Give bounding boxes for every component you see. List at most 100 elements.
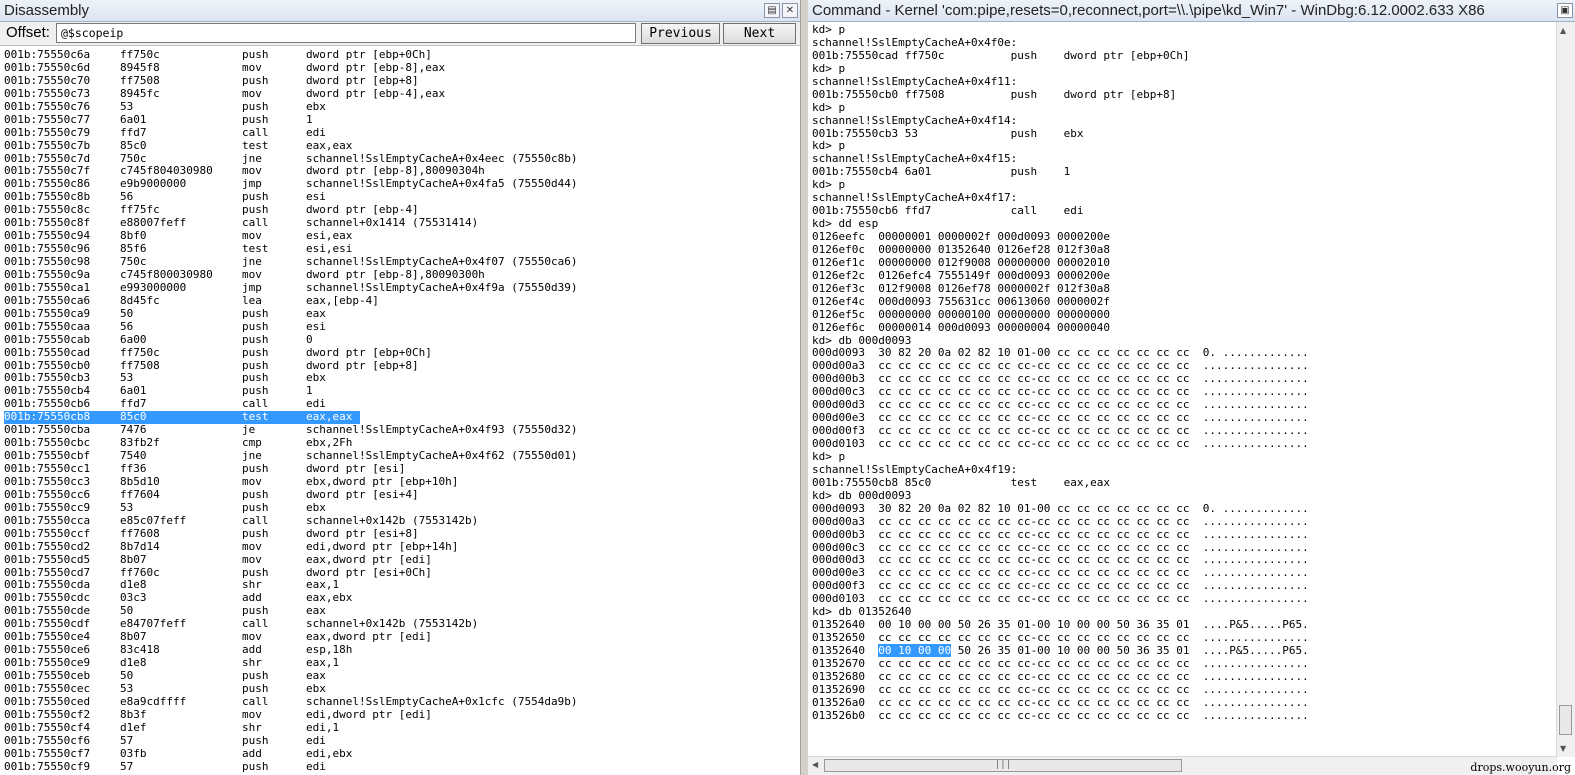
command-output-line: kd> p <box>812 61 846 75</box>
command-output-line: 001b:75550cb3 53 push ebx <box>812 126 1084 140</box>
disassembly-row[interactable]: 001b:75550c6d 8945f8 mov dword ptr [ebp-8],… <box>4 60 800 75</box>
disassembly-row[interactable]: 001b:75550cc3 8b5d10 mov ebx,dword ptr [ebp… <box>4 474 800 489</box>
instruction-bytes: 50 <box>120 669 134 682</box>
disassembly-row[interactable]: 001b:75550c79 ffd7 call edi <box>4 126 800 140</box>
disassembly-row[interactable]: 001b:75550cab 6a00 push 0 <box>4 332 800 347</box>
instruction-bytes: 57 <box>120 759 134 773</box>
command-output-line: 001b:75550cb0 ff7508 push dword ptr [ebp… <box>812 87 1177 101</box>
disassembly-row[interactable]: 001b:75550c76 53 push ebx <box>4 99 800 114</box>
previous-button[interactable]: Previous <box>641 23 720 44</box>
command-output-line: 013526b0 cc cc cc cc cc cc cc cc-cc cc c… <box>812 708 1309 722</box>
command-output-line: kd> p <box>812 24 846 36</box>
disassembly-row[interactable]: 001b:75550ccf ff7608 push dword ptr [esi+8] <box>4 526 800 541</box>
instruction-bytes: 53 <box>120 99 134 113</box>
instruction-address: 001b:75550cc1 <box>4 462 91 475</box>
instruction-bytes: ff750c <box>120 345 160 359</box>
instruction-bytes: 6a01 <box>120 112 147 126</box>
horizontal-scrollbar[interactable]: ◀ ||| <box>808 756 1557 775</box>
command-output-line: 0126ef3c 012f9008 0126ef78 0000002f 012f… <box>812 281 1111 295</box>
disassembly-row[interactable]: 001b:75550c98 750c jne schannel!SslEmptyCac… <box>4 255 800 269</box>
disassembly-window: Disassembly ▤ ✕ Offset: @$scopeip Previo… <box>0 0 800 775</box>
instruction-address: 001b:75550cf4 <box>4 720 91 734</box>
instruction-mnemonic: jne <box>242 255 262 268</box>
disassembly-row[interactable]: 001b:75550cc6 ff7604 push dword ptr [esi+4] <box>4 488 800 502</box>
pane-splitter[interactable] <box>800 0 808 775</box>
command-output-line: 01352670 cc cc cc cc cc cc cc cc-cc cc c… <box>812 656 1309 670</box>
instruction-bytes: 8b5d10 <box>120 474 160 488</box>
instruction-mnemonic: call <box>242 694 269 708</box>
instruction-address: 001b:75550cf2 <box>4 707 91 721</box>
instruction-bytes: 8945f8 <box>120 60 160 74</box>
command-output-line: 0126ef2c 0126efc4 7555149f 000d0093 0000… <box>812 268 1111 282</box>
instruction-operands: dword ptr [ebp-4],eax <box>306 86 446 100</box>
disassembly-row[interactable]: 001b:75550cf4 d1ef shr edi,1 <box>4 720 800 735</box>
command-output-line: schannel!SslEmptyCacheA+0x4f19: <box>812 462 1018 476</box>
instruction-operands: dword ptr [ebp+0Ch] <box>306 345 432 359</box>
disassembly-row[interactable]: 001b:75550cc1 ff36 push dword ptr [esi] <box>4 462 800 476</box>
instruction-mnemonic: push <box>242 48 269 61</box>
disassembly-row[interactable]: 001b:75550ca9 50 push eax <box>4 307 800 321</box>
disassembly-row[interactable]: 001b:75550c70 ff7508 push dword ptr [ebp+8] <box>4 73 800 88</box>
command-output[interactable]: kd> p schannel!SslEmptyCacheA+0x4f0e: 001b… <box>812 24 1553 747</box>
instruction-bytes: 03fb <box>120 746 147 760</box>
command-output-line: 01352690 cc cc cc cc cc cc cc cc-cc cc c… <box>812 682 1309 696</box>
instruction-bytes: 750c <box>120 255 147 268</box>
scroll-left-arrow-icon[interactable]: ◀ <box>812 760 818 769</box>
instruction-bytes: 85c0 <box>120 138 147 152</box>
disassembly-row[interactable]: 001b:75550ceb 50 push eax <box>4 669 800 683</box>
instruction-mnemonic: push <box>242 462 269 475</box>
disassembly-row[interactable]: 001b:75550c9a c745f800030980 mov dword ptr … <box>4 267 800 282</box>
watermark: drops.wooyun.org <box>1470 761 1571 774</box>
instruction-operands: dword ptr [esi+8] <box>306 526 419 540</box>
instruction-mnemonic: push <box>242 319 269 333</box>
close-icon[interactable]: ✕ <box>782 3 798 18</box>
command-prompt-icon[interactable]: ▣ <box>1557 3 1573 18</box>
disassembly-row[interactable]: 001b:75550c6a ff750c push dword ptr [ebp+0C… <box>4 48 800 62</box>
disassembly-row[interactable]: 001b:75550c77 6a01 push 1 <box>4 112 800 127</box>
instruction-bytes: 8b3f <box>120 707 147 721</box>
disassembly-row[interactable]: 001b:75550ced e8a9cdffff call schannel!SslE… <box>4 694 800 709</box>
command-output-line: 000d0103 cc cc cc cc cc cc cc cc-cc cc c… <box>812 592 1309 606</box>
disassembly-row[interactable]: 001b:75550cf6 57 push edi <box>4 734 800 748</box>
disassembly-row[interactable]: 001b:75550cca e85c07feff call schannel+0x14… <box>4 514 800 528</box>
instruction-bytes: 8b07 <box>120 552 147 566</box>
command-output-line: 000d0103 cc cc cc cc cc cc cc cc-cc cc c… <box>812 437 1309 450</box>
disassembly-row[interactable]: 001b:75550ca1 e993000000 jmp schannel!SslEm… <box>4 281 800 295</box>
window-menu-icon[interactable]: ▤ <box>764 3 780 18</box>
disassembly-row[interactable]: 001b:75550cf7 03fb add edi,ebx <box>4 746 800 761</box>
disassembly-row[interactable]: 001b:75550c73 8945fc mov dword ptr [ebp-4],… <box>4 86 800 101</box>
disassembly-row[interactable]: 001b:75550ca6 8d45fc lea eax,[ebp-4] <box>4 294 800 308</box>
vertical-scroll-thumb[interactable] <box>1559 705 1572 735</box>
instruction-operands: edi,1 <box>306 720 340 734</box>
scroll-up-arrow-icon[interactable]: ▲ <box>1560 26 1566 35</box>
disassembly-row[interactable]: 001b:75550caa 56 push esi <box>4 319 800 334</box>
scroll-down-arrow-icon[interactable]: ▼ <box>1560 744 1566 753</box>
instruction-bytes: 53 <box>120 681 134 695</box>
disassembly-row[interactable]: 001b:75550cec 53 push ebx <box>4 681 800 696</box>
instruction-mnemonic: mov <box>242 552 262 566</box>
disassembly-listing[interactable]: 001b:75550c6a ff750c push dword ptr [ebp+0C… <box>4 48 800 774</box>
disassembly-row[interactable]: 001b:75550cad ff750c push dword ptr [ebp+0C… <box>4 345 800 360</box>
disassembly-row[interactable]: 001b:75550c7b 85c0 test eax,eax <box>4 138 800 153</box>
instruction-address: 001b:75550cd2 <box>4 539 91 553</box>
command-output-line: 0126ef0c 00000000 01352640 0126ef28 012f… <box>812 242 1111 256</box>
disassembly-row[interactable]: 001b:75550cf2 8b3f mov edi,dword ptr [edi] <box>4 707 800 722</box>
offset-input[interactable]: @$scopeip <box>56 23 636 43</box>
horizontal-scroll-thumb[interactable]: ||| <box>824 759 1182 772</box>
instruction-bytes: 6a00 <box>120 332 147 346</box>
command-output-line: kd> p <box>812 449 846 463</box>
instruction-address: 001b:75550c70 <box>4 73 91 87</box>
vertical-scrollbar[interactable]: ▲ ▼ <box>1556 22 1575 757</box>
instruction-operands: eax <box>306 669 326 682</box>
disassembly-row[interactable]: 001b:75550cc9 53 push ebx <box>4 501 800 515</box>
instruction-address: 001b:75550c6a <box>4 48 91 61</box>
command-window: Command - Kernel 'com:pipe,resets=0,reco… <box>808 0 1575 775</box>
disassembly-row[interactable]: 001b:75550cf9 57 push edi <box>4 759 800 774</box>
disassembly-row[interactable]: 001b:75550cd5 8b07 mov eax,dword ptr [edi] <box>4 552 800 567</box>
instruction-address: 001b:75550c9a <box>4 267 91 281</box>
offset-toolbar: Offset: @$scopeip Previous Next <box>0 22 800 46</box>
instruction-mnemonic: push <box>242 99 269 113</box>
instruction-operands: schannel!SslEmptyCacheA+0x4f07 (75550ca6… <box>306 255 578 268</box>
next-button[interactable]: Next <box>723 23 796 44</box>
disassembly-row[interactable]: 001b:75550cd2 8b7d14 mov edi,dword ptr [ebp… <box>4 539 800 554</box>
